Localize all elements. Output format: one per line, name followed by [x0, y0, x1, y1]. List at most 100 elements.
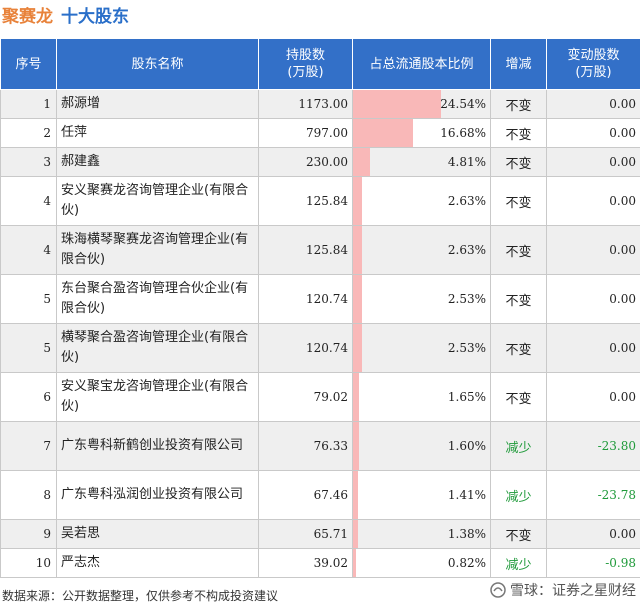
pct-bar — [353, 226, 362, 274]
cell-delta: 0.00 — [546, 147, 640, 177]
cell-holding: 120.74 — [258, 323, 353, 373]
pct-bar — [353, 549, 356, 577]
table-row: 8 广东粤科泓润创业投资有限公司 67.46 1.41% 减少 -23.78 — [0, 470, 640, 520]
cell-pct: 2.53% — [352, 274, 491, 324]
table-row: 1 郝源增 1173.00 24.54% 不变 0.00 — [0, 89, 640, 119]
cell-delta: 0.00 — [546, 176, 640, 226]
header-delta: 变动股数 (万股) — [546, 38, 640, 90]
cell-delta: -23.80 — [546, 421, 640, 471]
header-name: 股东名称 — [56, 38, 259, 90]
pct-value: 2.63% — [447, 243, 486, 257]
header-pct: 占总流通股本比例 — [352, 38, 491, 90]
cell-pct: 16.68% — [352, 118, 491, 148]
cell-rank: 9 — [0, 519, 57, 549]
pct-value: 1.65% — [447, 390, 486, 404]
cell-change: 不变 — [490, 274, 547, 324]
cell-change: 减少 — [490, 421, 547, 471]
pct-bar — [353, 119, 413, 147]
cell-delta: -23.78 — [546, 470, 640, 520]
table-row: 7 广东粤科新鹤创业投资有限公司 76.33 1.60% 减少 -23.80 — [0, 421, 640, 471]
shareholders-table: 序号 股东名称 持股数 (万股) 占总流通股本比例 增减 变动股数 (万股) 1… — [0, 38, 640, 578]
cell-holding: 125.84 — [258, 176, 353, 226]
table-row: 4 安义聚赛龙咨询管理企业(有限合伙) 125.84 2.63% 不变 0.00 — [0, 176, 640, 226]
pct-value: 2.53% — [447, 341, 486, 355]
table-row: 6 安义聚宝龙咨询管理企业(有限合伙) 79.02 1.65% 不变 0.00 — [0, 372, 640, 422]
cell-name: 郝源增 — [56, 89, 259, 119]
cell-holding: 230.00 — [258, 147, 353, 177]
data-source-note: 数据来源：公开数据整理，仅供参考不构成投资建议 — [2, 589, 279, 603]
cell-rank: 6 — [0, 372, 57, 422]
table-row: 4 珠海横琴聚赛龙咨询管理企业(有限合伙) 125.84 2.63% 不变 0.00 — [0, 225, 640, 275]
pct-bar — [353, 177, 362, 225]
cell-rank: 7 — [0, 421, 57, 471]
snowball-logo-icon — [490, 582, 506, 598]
cell-pct: 2.53% — [352, 323, 491, 373]
brand-mark: 雪球：证券之星财经 — [490, 580, 636, 600]
cell-change: 减少 — [490, 548, 547, 578]
cell-rank: 5 — [0, 274, 57, 324]
pct-bar — [353, 471, 358, 519]
pct-bar — [353, 422, 359, 470]
cell-change: 不变 — [490, 372, 547, 422]
header-holding: 持股数 (万股) — [258, 38, 353, 90]
cell-pct: 1.65% — [352, 372, 491, 422]
pct-value: 2.53% — [447, 292, 486, 306]
pct-bar — [353, 520, 358, 548]
pct-value: 1.60% — [447, 439, 486, 453]
table-subtitle: 十大股东 — [61, 7, 129, 27]
table-row: 10 严志杰 39.02 0.82% 减少 -0.98 — [0, 548, 640, 578]
cell-rank: 10 — [0, 548, 57, 578]
pct-bar — [353, 90, 441, 118]
cell-holding: 797.00 — [258, 118, 353, 148]
cell-holding: 65.71 — [258, 519, 353, 549]
cell-change: 不变 — [490, 519, 547, 549]
table-row: 5 横琴聚合盈咨询管理企业(有限合伙) 120.74 2.53% 不变 0.00 — [0, 323, 640, 373]
pct-bar — [353, 148, 370, 176]
cell-change: 不变 — [490, 147, 547, 177]
cell-pct: 4.81% — [352, 147, 491, 177]
page-title: 聚赛龙 十大股东 — [2, 3, 129, 31]
cell-name: 安义聚宝龙咨询管理企业(有限合伙) — [56, 372, 259, 422]
cell-delta: 0.00 — [546, 225, 640, 275]
cell-rank: 2 — [0, 118, 57, 148]
cell-change: 减少 — [490, 470, 547, 520]
cell-delta: 0.00 — [546, 118, 640, 148]
cell-pct: 1.38% — [352, 519, 491, 549]
table-body: 1 郝源增 1173.00 24.54% 不变 0.00 2 任萍 797.00 16.68% 不变… — [0, 89, 640, 578]
cell-name: 安义聚赛龙咨询管理企业(有限合伙) — [56, 176, 259, 226]
cell-name: 珠海横琴聚赛龙咨询管理企业(有限合伙) — [56, 225, 259, 275]
cell-delta: 0.00 — [546, 89, 640, 119]
cell-holding: 79.02 — [258, 372, 353, 422]
pct-value: 0.82% — [447, 556, 486, 570]
header-holding-text: 持股数 (万股) — [285, 48, 325, 80]
pct-value: 16.68% — [440, 126, 486, 140]
company-name: 聚赛龙 — [2, 7, 53, 27]
pct-value: 1.41% — [447, 488, 486, 502]
header-change: 增减 — [490, 38, 547, 90]
cell-name: 东台聚合盈咨询管理合伙企业(有限合伙) — [56, 274, 259, 324]
cell-change: 不变 — [490, 323, 547, 373]
cell-name: 严志杰 — [56, 548, 259, 578]
cell-rank: 4 — [0, 176, 57, 226]
cell-holding: 39.02 — [258, 548, 353, 578]
cell-name: 横琴聚合盈咨询管理企业(有限合伙) — [56, 323, 259, 373]
pct-bar — [353, 275, 362, 323]
cell-delta: 0.00 — [546, 372, 640, 422]
cell-holding: 76.33 — [258, 421, 353, 471]
table-row: 2 任萍 797.00 16.68% 不变 0.00 — [0, 118, 640, 148]
cell-rank: 1 — [0, 89, 57, 119]
cell-name: 吴若思 — [56, 519, 259, 549]
header-rank: 序号 — [0, 38, 57, 90]
pct-value: 1.38% — [447, 527, 486, 541]
cell-rank: 3 — [0, 147, 57, 177]
pct-value: 24.54% — [440, 97, 486, 111]
cell-holding: 125.84 — [258, 225, 353, 275]
cell-pct: 24.54% — [352, 89, 491, 119]
cell-rank: 4 — [0, 225, 57, 275]
table-row: 3 郝建鑫 230.00 4.81% 不变 0.00 — [0, 147, 640, 177]
cell-rank: 5 — [0, 323, 57, 373]
pct-bar — [353, 324, 362, 372]
brand-text: 雪球：证券之星财经 — [510, 583, 636, 599]
cell-pct: 1.41% — [352, 470, 491, 520]
header-delta-text: 变动股数 (万股) — [567, 48, 620, 80]
